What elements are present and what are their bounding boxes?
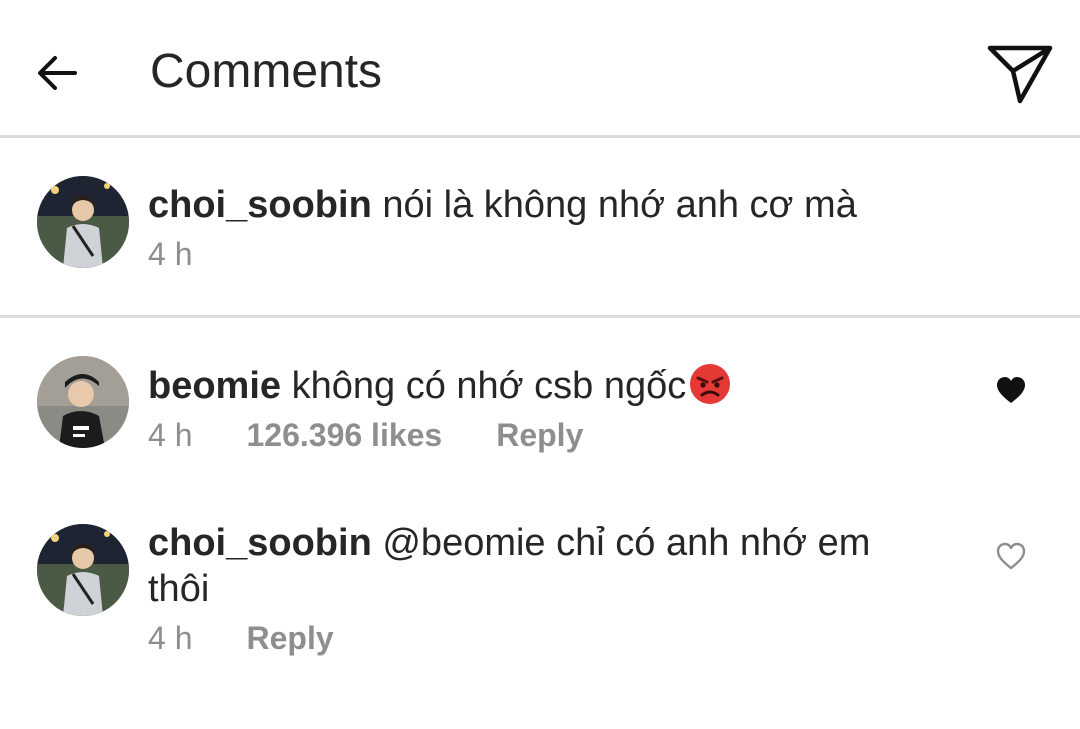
caption-time: 4 h [148, 236, 193, 272]
comment-meta: 4 h Reply [148, 618, 908, 658]
send-button[interactable] [978, 36, 1062, 112]
caption-body: choi_soobin nói là không nhớ anh cơ mà 4… [148, 182, 908, 274]
comment-text: không có nhớ csb ngốc [291, 365, 687, 407]
caption-block: choi_soobin nói là không nhớ anh cơ mà 4… [0, 138, 1080, 318]
avatar[interactable] [37, 176, 129, 268]
caption-username[interactable]: choi_soobin [148, 184, 372, 226]
like-button[interactable] [991, 370, 1031, 410]
comment-time: 4 h [148, 620, 193, 656]
likes-count[interactable]: 126.396 likes [246, 415, 442, 455]
back-button[interactable] [22, 38, 92, 108]
page-title: Comments [150, 45, 383, 98]
comment-text-line: choi_soobin @beomie chỉ có anh nhớ em [148, 520, 908, 566]
angry-face-icon [690, 364, 731, 404]
comment-item: beomie không có nhớ csb ngốc 4 h 126.396… [0, 318, 1080, 498]
caption-text: nói là không nhớ anh cơ mà [382, 184, 857, 226]
avatar[interactable] [37, 356, 129, 448]
comment-item: choi_soobin @beomie chỉ có anh nhớ em th… [0, 486, 1080, 686]
caption-meta: 4 h [148, 234, 908, 274]
comment-text-line: thôi [148, 566, 908, 612]
comment-username[interactable]: choi_soobin [148, 522, 372, 564]
reply-button[interactable]: Reply [496, 415, 583, 455]
comment-username[interactable]: beomie [148, 365, 281, 407]
avatar[interactable] [37, 524, 129, 616]
paper-plane-icon [987, 45, 1053, 104]
caption-text-line: choi_soobin nói là không nhớ anh cơ mà [148, 182, 908, 228]
heart-outline-icon [996, 542, 1026, 570]
comment-text-continuation: thôi [148, 568, 210, 610]
reply-button[interactable]: Reply [246, 618, 333, 658]
header-bar: Comments [0, 0, 1080, 138]
comment-time: 4 h [148, 417, 193, 453]
heart-filled-icon [997, 377, 1025, 403]
comment-meta: 4 h 126.396 likes Reply [148, 415, 908, 455]
comment-body: choi_soobin @beomie chỉ có anh nhớ em th… [148, 520, 908, 658]
back-arrow-icon [38, 56, 77, 90]
comments-screen: Comments choi_soobin nói là không nhớ an… [0, 0, 1080, 729]
like-button[interactable] [991, 536, 1031, 576]
comment-body: beomie không có nhớ csb ngốc 4 h 126.396… [148, 362, 908, 455]
comment-text-line: beomie không có nhớ csb ngốc [148, 362, 908, 409]
comment-text: @beomie chỉ có anh nhớ em [382, 522, 871, 564]
